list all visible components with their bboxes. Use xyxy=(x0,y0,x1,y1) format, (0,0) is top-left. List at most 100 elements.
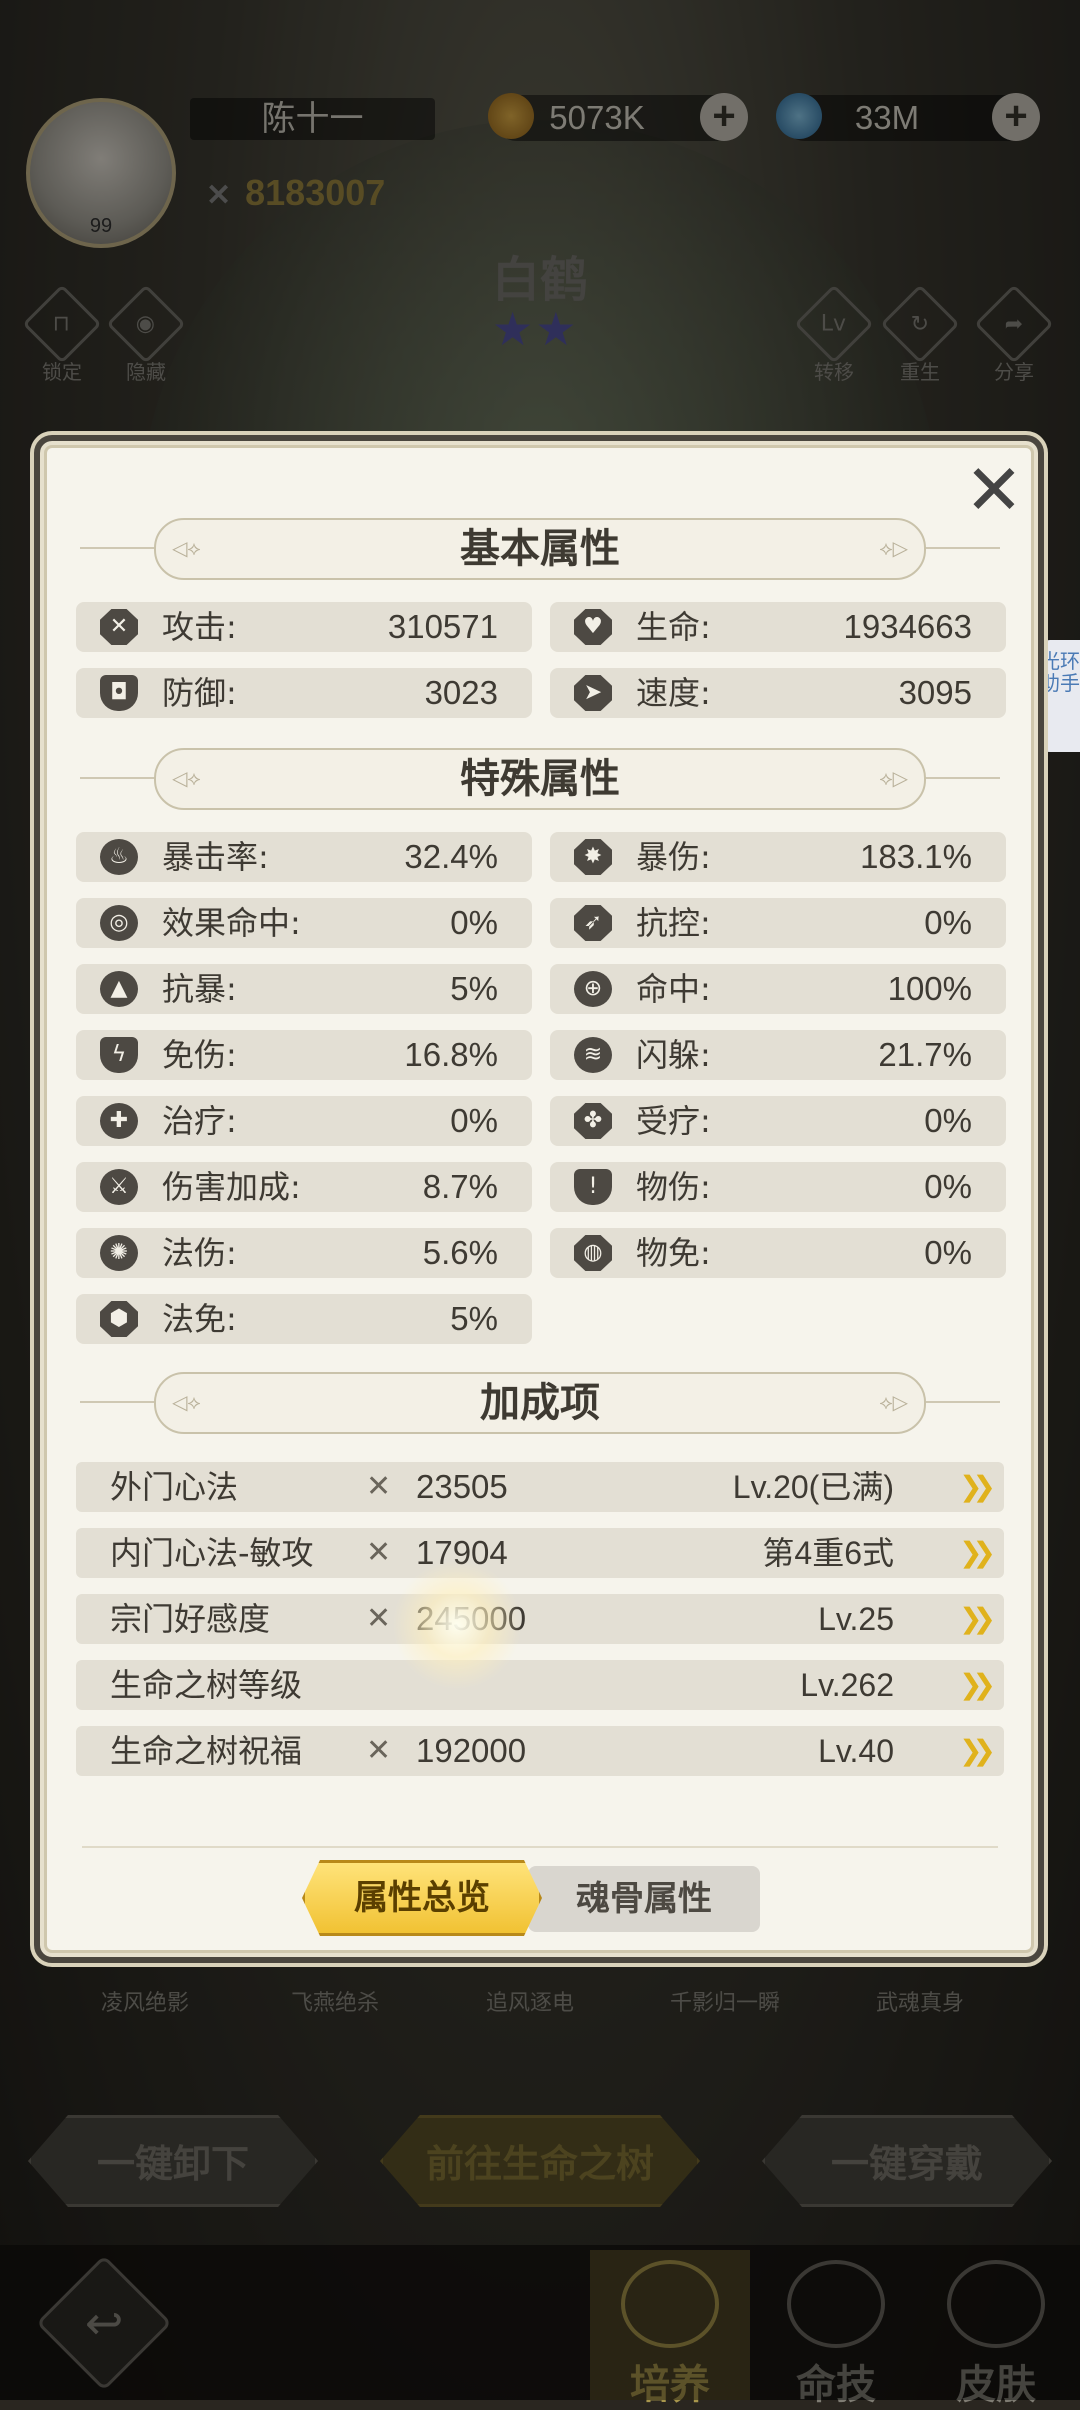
section-header-bonus: 加成项 ◁⟡ ⟡▷ xyxy=(80,1372,1000,1434)
heal-icon: ✚ xyxy=(100,1103,138,1139)
bonus-row[interactable]: 外门心法 ✕ 23505 Lv.20(已满) ❯❯ xyxy=(76,1462,1004,1512)
bonus-row[interactable]: 宗门好感度 ✕ 245000 Lv.25 ❯❯ xyxy=(76,1594,1004,1644)
bonus-name: 生命之树祝福 xyxy=(110,1732,303,1770)
spiral-icon: ◎ xyxy=(100,905,138,941)
stat-value: 5% xyxy=(450,970,498,1007)
stat-value: 183.1% xyxy=(860,838,972,875)
bonus-power: 23505 xyxy=(416,1468,508,1505)
crossed-swords-icon: ✕ xyxy=(366,1469,392,1504)
magic-damage-icon: ✺ xyxy=(100,1235,138,1271)
stat-row: ♨ 暴击率: 32.4% xyxy=(76,832,532,882)
bonus-level: 第4重6式 xyxy=(762,1535,894,1571)
stat-row: ▲ 抗暴: 5% xyxy=(76,964,532,1014)
bonus-row[interactable]: 生命之树祝福 ✕ 192000 Lv.40 ❯❯ xyxy=(76,1726,1004,1776)
double-chevron-right-icon[interactable]: ❯❯ xyxy=(959,1473,996,1501)
double-chevron-right-icon[interactable]: ❯❯ xyxy=(959,1671,996,1699)
stat-name: 伤害加成: xyxy=(162,1168,301,1206)
bonus-level: Lv.40 xyxy=(818,1733,894,1769)
double-chevron-right-icon[interactable]: ❯❯ xyxy=(959,1605,996,1633)
stat-name: 攻击: xyxy=(162,608,237,646)
stat-name: 闪躲: xyxy=(636,1036,711,1074)
stat-value: 0% xyxy=(450,904,498,941)
stat-value: 0% xyxy=(924,1102,972,1139)
magic-resist-icon: ⬢ xyxy=(100,1301,138,1337)
bonus-level: Lv.262 xyxy=(800,1667,894,1703)
section-title: 特殊属性 xyxy=(154,748,926,810)
stat-name: 治疗: xyxy=(162,1102,237,1140)
bonus-row[interactable]: 内门心法-敏攻 ✕ 17904 第4重6式 ❯❯ xyxy=(76,1528,1004,1578)
double-chevron-right-icon[interactable]: ❯❯ xyxy=(959,1539,996,1567)
stat-row: ✺ 法伤: 5.6% xyxy=(76,1228,532,1278)
stat-row: ✚ 治疗: 0% xyxy=(76,1096,532,1146)
control-resist-icon: ➶ xyxy=(574,905,612,941)
stat-value: 3023 xyxy=(424,674,498,711)
bonus-row[interactable]: 生命之树等级 Lv.262 ❯❯ xyxy=(76,1660,1004,1710)
stat-value: 100% xyxy=(887,970,972,1007)
stat-name: 暴击率: xyxy=(162,838,269,876)
stat-row: ! 物伤: 0% xyxy=(550,1162,1006,1212)
physical-resist-icon: ◍ xyxy=(574,1235,612,1271)
divider xyxy=(82,1846,998,1848)
stat-row: ➶ 抗控: 0% xyxy=(550,898,1006,948)
physical-damage-icon: ! xyxy=(574,1169,612,1205)
stat-name: 物伤: xyxy=(636,1168,711,1206)
dodge-icon: ≋ xyxy=(574,1037,612,1073)
tab-attribute-overview[interactable]: 属性总览 xyxy=(302,1860,542,1936)
bonus-power: 192000 xyxy=(416,1732,527,1769)
bonus-level: Lv.25 xyxy=(818,1601,894,1637)
attack-icon: ✕ xyxy=(100,609,138,645)
stat-value: 8.7% xyxy=(422,1168,498,1205)
damage-bonus-icon: ⚔ xyxy=(100,1169,138,1205)
bonus-power: 17904 xyxy=(416,1534,508,1571)
stat-value: 1934663 xyxy=(843,608,972,645)
stat-row: ◎ 效果命中: 0% xyxy=(76,898,532,948)
stat-value: 5% xyxy=(450,1300,498,1337)
stat-value: 16.8% xyxy=(404,1036,498,1073)
helper-tab[interactable]: 光环助手 xyxy=(1040,640,1080,752)
view-switch: 魂骨属性 属性总览 xyxy=(302,1860,762,1938)
stat-row: ✤ 受疗: 0% xyxy=(550,1096,1006,1146)
bonus-level: Lv.20(已满) xyxy=(732,1469,894,1505)
stat-value: 3095 xyxy=(898,674,972,711)
bonus-name: 宗门好感度 xyxy=(110,1600,271,1638)
stat-name: 命中: xyxy=(636,970,711,1008)
bonus-name: 内门心法-敏攻 xyxy=(110,1534,314,1572)
stat-value: 5.6% xyxy=(422,1234,498,1271)
stat-row: ♥ 生命: 1934663 xyxy=(550,602,1006,652)
stat-row: ✸ 暴伤: 183.1% xyxy=(550,832,1006,882)
bonus-name: 外门心法 xyxy=(110,1468,239,1506)
close-icon[interactable]: ✕ xyxy=(964,455,1024,525)
crit-rate-icon: ♨ xyxy=(100,839,138,875)
heart-icon: ♥ xyxy=(574,609,612,645)
stat-name: 法免: xyxy=(162,1300,237,1338)
stat-name: 抗暴: xyxy=(162,970,237,1008)
stat-value: 32.4% xyxy=(404,838,498,875)
double-chevron-right-icon[interactable]: ❯❯ xyxy=(959,1737,996,1765)
stat-value: 0% xyxy=(924,904,972,941)
stat-value: 0% xyxy=(924,1234,972,1271)
crossed-swords-icon: ✕ xyxy=(366,1601,392,1636)
stat-name: 生命: xyxy=(636,608,711,646)
stat-value: 0% xyxy=(450,1102,498,1139)
stat-row: ≋ 闪躲: 21.7% xyxy=(550,1030,1006,1080)
shield-icon: ◘ xyxy=(100,675,138,711)
tab-soul-bone-attributes[interactable]: 魂骨属性 xyxy=(528,1866,760,1932)
stat-row: ➤ 速度: 3095 xyxy=(550,668,1006,718)
stat-value: 0% xyxy=(924,1168,972,1205)
section-title: 加成项 xyxy=(154,1372,926,1434)
crit-resist-icon: ▲ xyxy=(100,971,138,1007)
section-header-basic: 基本属性 ◁⟡ ⟡▷ xyxy=(80,518,1000,580)
stat-row: ⬢ 法免: 5% xyxy=(76,1294,532,1344)
section-title: 基本属性 xyxy=(154,518,926,580)
stat-row: ⊕ 命中: 100% xyxy=(550,964,1006,1014)
stat-value: 310571 xyxy=(387,608,498,645)
stat-name: 受疗: xyxy=(636,1102,711,1140)
stat-row: ◘ 防御: 3023 xyxy=(76,668,532,718)
stat-row: ◍ 物免: 0% xyxy=(550,1228,1006,1278)
stat-value: 21.7% xyxy=(878,1036,972,1073)
stat-name: 防御: xyxy=(162,674,237,712)
stat-row: ⚔ 伤害加成: 8.7% xyxy=(76,1162,532,1212)
crit-damage-icon: ✸ xyxy=(574,839,612,875)
target-icon: ⊕ xyxy=(574,971,612,1007)
stat-name: 效果命中: xyxy=(162,904,301,942)
